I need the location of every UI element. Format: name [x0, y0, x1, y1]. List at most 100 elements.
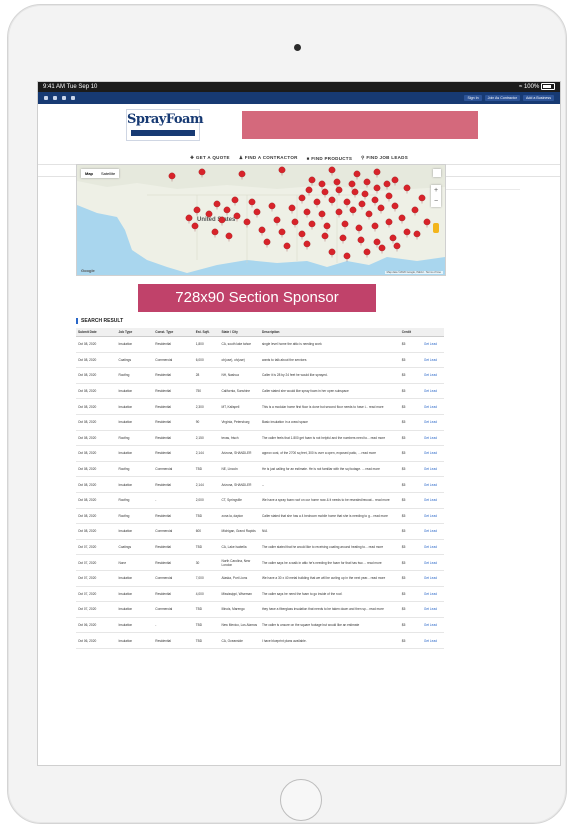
col-credit[interactable]: Credit: [399, 328, 422, 337]
cell-const-type: Residential: [153, 414, 194, 431]
cell-credit: $5: [399, 570, 422, 587]
map-tab-satellite[interactable]: Satellite: [97, 169, 119, 178]
cell-sqft: 600: [193, 523, 220, 540]
cell-credit: $5: [399, 352, 422, 369]
cell-job-type: Insulation: [116, 445, 154, 462]
cell-job-type: Roofing: [116, 367, 154, 384]
get-lead-link[interactable]: Get Lead: [421, 508, 444, 525]
main-nav: ❖ GET A QUOTE ♟ FIND A CONTRACTOR ■ FIND…: [38, 152, 560, 164]
col-action: [421, 328, 444, 337]
cell-credit: $5: [399, 586, 422, 603]
get-lead-link[interactable]: Get Lead: [421, 492, 444, 509]
cell-credit: $5: [399, 508, 422, 525]
cell-description: Caller stated she would like spray foam …: [259, 383, 400, 400]
cell-date: Oct 06, 2020: [76, 617, 117, 634]
table-row: Oct 07, 2020 Insulation Commercial 7,000 Ala…: [76, 570, 444, 587]
instagram-icon[interactable]: [71, 96, 75, 100]
status-battery: ≈ 100%: [519, 82, 555, 92]
cell-sqft: TBD: [193, 508, 220, 525]
get-lead-link[interactable]: Get Lead: [421, 523, 444, 540]
map-country-label: United States: [197, 217, 236, 223]
cell-sqft: TBD: [193, 601, 220, 618]
cell-city: Illinois, Marengo: [219, 601, 260, 618]
cell-job-type: Insulation: [116, 586, 154, 603]
cell-date: Oct 08, 2020: [76, 445, 117, 462]
twitter-icon[interactable]: [53, 96, 57, 100]
cell-credit: $5: [399, 554, 422, 571]
col-job-type[interactable]: Job Type: [116, 328, 154, 337]
get-lead-link[interactable]: Get Lead: [421, 617, 444, 634]
get-lead-link[interactable]: Get Lead: [421, 383, 444, 400]
zoom-in-icon[interactable]: +: [431, 185, 441, 196]
table-row: Oct 08, 2020 Insulation Residential 90 Virgi…: [76, 414, 444, 431]
cell-sqft: TBD: [193, 539, 220, 556]
cell-sqft: 1,800: [193, 336, 220, 353]
zoom-out-icon[interactable]: −: [431, 196, 441, 207]
get-lead-link[interactable]: Get Lead: [421, 414, 444, 431]
cell-sqft: 750: [193, 383, 220, 400]
cell-date: Oct 07, 2020: [76, 554, 117, 571]
get-lead-link[interactable]: Get Lead: [421, 398, 444, 415]
get-lead-link[interactable]: Get Lead: [421, 367, 444, 384]
get-lead-link[interactable]: Get Lead: [421, 632, 444, 649]
cell-description: they have a fiberglass insulation that n…: [259, 601, 400, 618]
nav-find-job-leads[interactable]: ⚲ FIND JOB LEADS: [361, 155, 408, 161]
cell-const-type: Residential: [153, 539, 194, 556]
cell-city: CT, Springville: [219, 492, 260, 509]
get-lead-link[interactable]: Get Lead: [421, 336, 444, 353]
col-submit-date[interactable]: Submit Date: [76, 328, 117, 337]
sign-in-link[interactable]: Sign In: [464, 95, 482, 101]
nav-get-quote[interactable]: ❖ GET A QUOTE: [190, 155, 230, 161]
cell-city: MT, Kalispell: [219, 398, 260, 415]
top-banner-ad[interactable]: [242, 111, 478, 139]
sprayfoam-logo[interactable]: SprayFoam: [126, 109, 204, 141]
cell-job-type: None: [116, 554, 154, 571]
map-canvas[interactable]: United States: [77, 165, 445, 275]
cell-description: He is just calling for an estimate. He i…: [259, 461, 400, 478]
get-lead-link[interactable]: Get Lead: [421, 570, 444, 587]
cell-job-type: Insulation: [116, 336, 154, 353]
cell-date: Oct 08, 2020: [76, 398, 117, 415]
leads-map[interactable]: United States Map Satellite + − Google Ma…: [76, 164, 446, 276]
cell-sqft: TBD: [193, 632, 220, 649]
join-contractor-link[interactable]: Join As Contractor: [484, 95, 521, 101]
get-lead-link[interactable]: Get Lead: [421, 554, 444, 571]
home-button[interactable]: [280, 779, 322, 821]
get-lead-link[interactable]: Get Lead: [421, 352, 444, 369]
col-description[interactable]: Description: [259, 328, 400, 337]
nav-find-contractor[interactable]: ♟ FIND A CONTRACTOR: [239, 155, 298, 161]
fullscreen-icon[interactable]: [433, 169, 441, 177]
cell-job-type: Roofing: [116, 461, 154, 478]
col-const-type[interactable]: Const. Type: [153, 328, 194, 337]
get-lead-link[interactable]: Get Lead: [421, 601, 444, 618]
get-lead-link[interactable]: Get Lead: [421, 461, 444, 478]
cell-date: Oct 07, 2020: [76, 586, 117, 603]
street-view-icon[interactable]: [433, 223, 439, 233]
cell-date: Oct 06, 2020: [76, 632, 117, 649]
facebook-icon[interactable]: [44, 96, 48, 100]
cell-description: We have a 30 x 40 metal building that we…: [259, 570, 400, 587]
cell-const-type: Residential: [153, 586, 194, 603]
cell-credit: $5: [399, 539, 422, 556]
map-tab-map[interactable]: Map: [81, 169, 97, 178]
col-est-sqft[interactable]: Est. Sqft.: [193, 328, 220, 337]
get-lead-link[interactable]: Get Lead: [421, 586, 444, 603]
cell-description: Caller stated that she has a 4 bedroom m…: [259, 508, 400, 525]
section-sponsor-ad[interactable]: 728x90 Section Sponsor: [138, 284, 376, 312]
nav-find-products[interactable]: ■ FIND PRODUCTS: [307, 156, 352, 161]
add-business-link[interactable]: Add a Business: [523, 95, 554, 101]
get-lead-link[interactable]: Get Lead: [421, 539, 444, 556]
get-lead-link[interactable]: Get Lead: [421, 430, 444, 447]
col-state-city[interactable]: State / City: [219, 328, 260, 337]
get-lead-link[interactable]: Get Lead: [421, 445, 444, 462]
cell-date: Oct 08, 2020: [76, 476, 117, 493]
cell-city: oh(use), oh(use): [219, 352, 260, 369]
linkedin-icon[interactable]: [62, 96, 66, 100]
cell-job-type: Coatings: [116, 539, 154, 556]
cell-credit: $5: [399, 461, 422, 478]
cell-sqft: 28: [193, 367, 220, 384]
zoom-controls[interactable]: + −: [431, 185, 441, 207]
get-lead-link[interactable]: Get Lead: [421, 476, 444, 493]
cell-const-type: Residential: [153, 430, 194, 447]
table-row: Oct 08, 2020 Roofing Residential 2,150 texas…: [76, 430, 444, 447]
